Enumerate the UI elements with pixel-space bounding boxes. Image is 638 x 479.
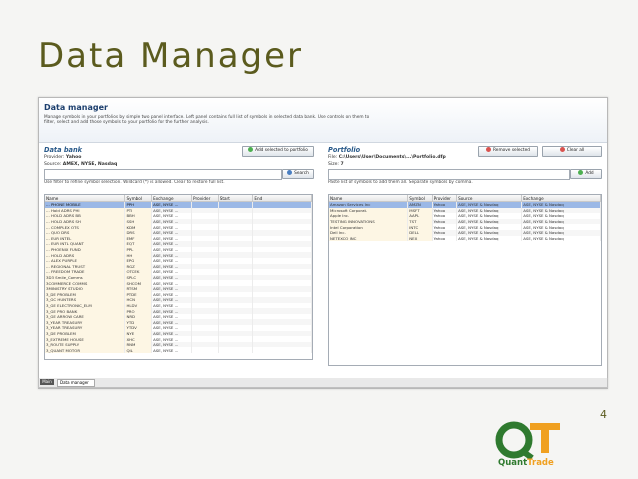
portfolio-hint: Paste list of symbols to add them all. S… [328, 180, 473, 185]
window-description: Manage symbols in your portfolios by sim… [44, 115, 370, 126]
portfolio-table: Name Symbol Provider Source Exchange Amazon … [329, 195, 601, 242]
add-icon [248, 147, 254, 152]
remove-selected-button[interactable]: Remove selected [478, 146, 538, 157]
data-manager-window: Data manager Manage symbols in your port… [38, 97, 608, 389]
data-bank-table: Name Symbol Exchange Provider Start End ... P… [45, 195, 312, 354]
slide-title: Data Manager [38, 36, 304, 76]
clear-icon [559, 147, 565, 152]
search-icon [287, 170, 293, 175]
source-line: Source: AMEX, NYSE, Nasdaq [44, 162, 313, 169]
portfolio-table-cell: NETEXCO INC [329, 235, 409, 242]
file-value: C:\Users\User\Documents\...\Portfolio.df… [338, 155, 446, 160]
module-select[interactable]: Data manager [57, 379, 95, 387]
bank-table-cell [191, 347, 219, 354]
bank-table-cell: 3_QUANT MOTOR [45, 347, 126, 354]
size-label: Size: [328, 161, 339, 167]
window-title: Data manager [44, 103, 108, 112]
portfolio-panel: Portfolio File: C:\Users\User\Documents\… [328, 146, 602, 374]
data-bank-grid: Name Symbol Exchange Provider Start End ... P… [44, 194, 313, 360]
bank-table-row[interactable]: 3_QUANT MOTOR QIL ASE, NYSE ... [45, 347, 312, 354]
add-selected-button[interactable]: Add selected to portfolio [242, 146, 314, 157]
data-bank-panel: Data bank Provider: Yahoo Source: AMEX, … [44, 146, 314, 374]
provider-label: Provider: [44, 155, 65, 160]
portfolio-grid: Name Symbol Provider Source Exchange Amazon … [328, 194, 602, 366]
page-number: 4 [600, 408, 607, 421]
data-bank-hint: Use filter to refine symbol selection. W… [44, 180, 225, 185]
add-selected-label: Add selected to portfolio [255, 148, 308, 153]
add-symbols-input[interactable] [328, 169, 570, 180]
add-row: Add [328, 169, 602, 180]
status-bar: Main Data manager [38, 378, 608, 388]
size-value: 7 [340, 161, 344, 167]
search-button[interactable]: Search [282, 169, 314, 179]
add-button[interactable]: Add [570, 169, 602, 179]
bank-table-cell: ASE, NYSE ... [151, 347, 193, 354]
bank-table-cell [252, 347, 312, 354]
search-input[interactable] [44, 169, 282, 180]
window-header: Data manager Manage symbols in your port… [39, 98, 607, 143]
portfolio-table-cell: NEX [407, 235, 433, 242]
portfolio-table-cell: Yahoo [432, 235, 458, 242]
file-label: File: [328, 155, 338, 160]
portfolio-table-row[interactable]: Amazon Services Inc AMZN Yahoo ASE, NYSE & … [329, 201, 601, 208]
search-button-label: Search [294, 171, 309, 176]
logo-text: QuantTrade [498, 458, 554, 468]
add-button-label: Add [585, 171, 594, 176]
clear-all-label: Clear all [566, 148, 585, 153]
source-label: Source: [44, 161, 62, 167]
portfolio-table-cell: ASE, NYSE & Nasdaq [456, 235, 523, 242]
size-line: Size: 7 [328, 162, 602, 169]
source-value: AMEX, NYSE, Nasdaq [62, 161, 118, 167]
logo-text-trade: Trade [527, 458, 554, 468]
add-icon [578, 170, 584, 175]
search-row: Search [44, 169, 314, 180]
portfolio-table-cell: ASE, NYSE & Nasdaq [521, 235, 601, 242]
bank-table-cell: QIL [124, 347, 153, 354]
remove-selected-label: Remove selected [493, 148, 530, 153]
main-tab[interactable]: Main [40, 379, 54, 385]
portfolio-table-row[interactable]: TESTING INNOVATIONS TST Yahoo ASE, NYSE & N… [329, 218, 601, 225]
clear-all-button[interactable]: Clear all [542, 146, 602, 157]
logo-text-quant: Quant [498, 458, 528, 468]
remove-icon [486, 147, 492, 152]
portfolio-table-row[interactable]: NETEXCO INC NEX Yahoo ASE, NYSE & Nasdaq ASE… [329, 235, 601, 242]
bank-table-cell [218, 347, 254, 354]
provider-value: Yahoo [65, 155, 82, 160]
